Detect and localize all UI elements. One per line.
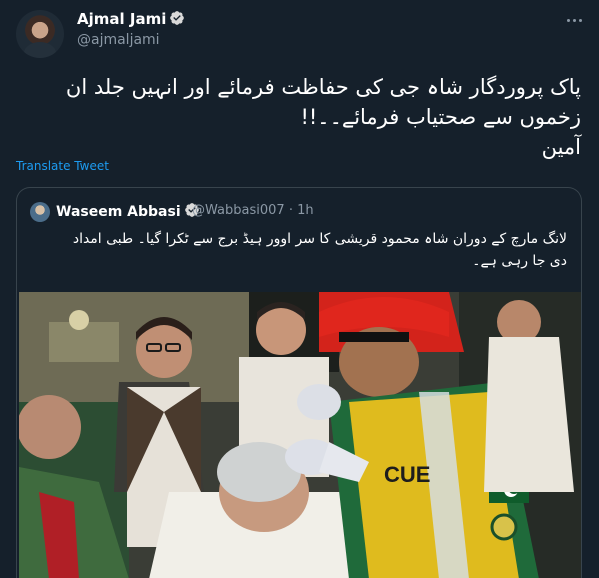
quoted-line: لانگ مارچ کے دوران شاہ محمود قریشی کا سر… — [72, 231, 567, 247]
tweet-text: پاک پروردگار شاہ جی کی حفاظت فرمائے اور … — [16, 72, 581, 162]
quoted-media-image[interactable]: CUE — [19, 292, 581, 578]
author-handle[interactable]: @ajmaljami — [77, 32, 160, 48]
tweet-line: پاک پروردگار شاہ جی کی حفاظت فرمائے اور … — [65, 75, 581, 99]
quoted-author-name: Waseem Abbasi — [56, 204, 181, 220]
author-name-row[interactable]: Ajmal Jami — [77, 10, 185, 28]
author-name[interactable]: Ajmal Jami — [77, 10, 166, 28]
quoted-meta: @Wabbasi007 · 1h — [192, 203, 314, 218]
quoted-author-name-row: Waseem Abbasi — [56, 202, 200, 220]
photo-illustration: CUE — [19, 292, 581, 578]
quoted-author-avatar — [30, 202, 50, 222]
quoted-time: 1h — [297, 203, 314, 218]
quoted-author-handle: @Wabbasi007 — [192, 203, 285, 218]
separator-dot: · — [288, 203, 293, 218]
author-avatar[interactable] — [16, 10, 64, 58]
quoted-line: دی جا رہی ہے۔ — [472, 253, 567, 269]
tweet-line: زخموں سے صحتیاب فرمائے۔۔!! — [300, 105, 581, 129]
vest-text: CUE — [384, 462, 430, 487]
more-options-icon[interactable] — [562, 10, 586, 30]
tweet-line: آمین — [541, 135, 581, 159]
translate-tweet-link[interactable]: Translate Tweet — [16, 159, 109, 173]
quoted-tweet[interactable]: Waseem Abbasi @Wabbasi007 · 1h لانگ مارچ… — [16, 187, 582, 578]
tweet: Ajmal Jami @ajmaljami پاک پروردگار شاہ ج… — [0, 0, 599, 578]
verified-badge-icon — [170, 11, 185, 25]
quoted-text: لانگ مارچ کے دوران شاہ محمود قریشی کا سر… — [37, 228, 567, 272]
